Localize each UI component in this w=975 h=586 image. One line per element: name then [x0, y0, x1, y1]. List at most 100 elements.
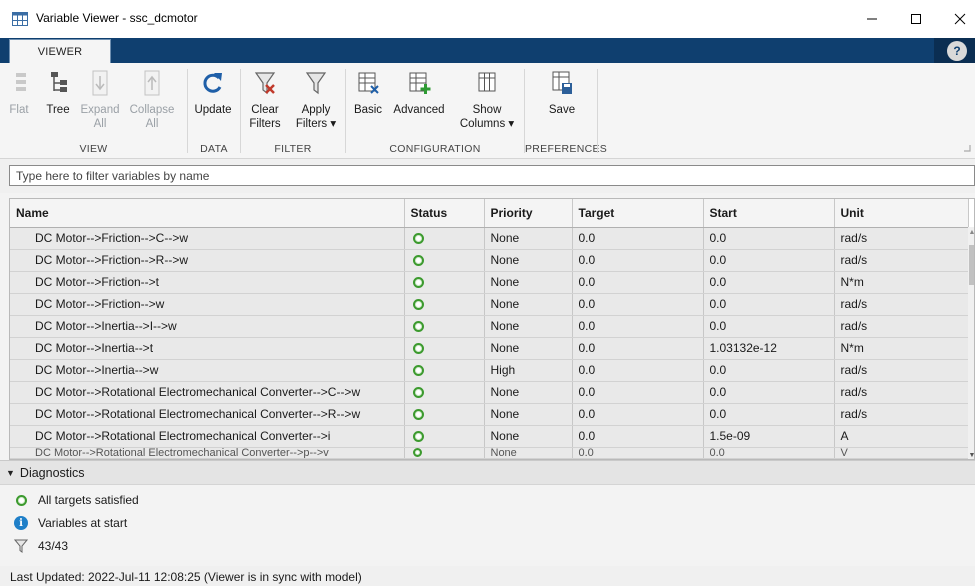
start-cell: 0.0	[703, 249, 835, 272]
diagnostic-item: i Variables at start	[14, 514, 127, 532]
status-ok-icon	[412, 255, 424, 267]
status-ok-icon	[412, 321, 424, 333]
target-cell[interactable]: 0.0	[572, 403, 704, 426]
start-cell: 0.0	[703, 271, 835, 294]
priority-cell[interactable]: None	[484, 249, 573, 272]
start-cell: 0.0	[703, 381, 835, 404]
priority-cell[interactable]: None	[484, 425, 573, 448]
target-cell[interactable]: 0.0	[572, 293, 704, 316]
scrollbar-thumb[interactable]	[969, 245, 974, 285]
priority-cell[interactable]: None	[484, 403, 573, 426]
priority-cell[interactable]: High	[484, 359, 573, 382]
target-cell[interactable]: 0.0	[572, 271, 704, 294]
target-cell[interactable]: 0.0	[572, 249, 704, 272]
priority-cell[interactable]: None	[484, 315, 573, 338]
target-cell[interactable]: 0.0	[572, 381, 704, 404]
tree-icon	[51, 72, 67, 92]
variable-name-cell: DC Motor-->Friction-->t	[10, 271, 405, 294]
clear-filters-button[interactable]: Clear Filters	[246, 69, 284, 131]
start-cell: 0.0	[703, 403, 835, 426]
start-cell: 0.0	[703, 227, 835, 250]
priority-cell[interactable]: None	[484, 447, 573, 459]
tab-strip: VIEWER ?	[0, 38, 975, 63]
column-header-target[interactable]: Target	[572, 199, 704, 228]
priority-cell[interactable]: None	[484, 381, 573, 404]
help-button[interactable]: ?	[947, 41, 967, 61]
variable-name-cell: DC Motor-->Rotational Electromechanical …	[10, 381, 405, 404]
table-row[interactable]: DC Motor-->Friction-->C-->w None 0.0 0.0…	[10, 227, 969, 250]
diagnostics-panel-header[interactable]: ▼ Diagnostics	[0, 460, 975, 485]
basic-button[interactable]: Basic	[352, 69, 384, 117]
column-header-status[interactable]: Status	[404, 199, 485, 228]
priority-cell[interactable]: None	[484, 271, 573, 294]
collapse-label-1: Collapse	[129, 104, 175, 116]
priority-cell[interactable]: None	[484, 337, 573, 360]
table-row[interactable]: DC Motor-->Rotational Electromechanical …	[10, 381, 969, 404]
priority-cell[interactable]: None	[484, 293, 573, 316]
advanced-button[interactable]: Advanced	[390, 69, 448, 117]
status-ok-icon	[412, 387, 424, 399]
column-header-name[interactable]: Name	[10, 199, 405, 228]
show-columns-label-2: Columns ▾	[459, 118, 515, 130]
diagnostic-item: All targets satisfied	[14, 491, 139, 509]
column-header-unit[interactable]: Unit	[834, 199, 969, 228]
table-row[interactable]: DC Motor-->Friction-->w None 0.0 0.0 rad…	[10, 293, 969, 316]
variables-table: Name Status Priority Target Start Unit D…	[9, 198, 975, 460]
section-preferences-label: PREFERENCES	[525, 143, 608, 155]
target-cell[interactable]: 0.0	[572, 315, 704, 338]
maximize-button[interactable]	[897, 0, 935, 38]
table-row[interactable]: DC Motor-->Rotational Electromechanical …	[10, 425, 969, 448]
scroll-down-icon[interactable]: ▼	[968, 452, 974, 459]
filter-input[interactable]	[9, 165, 975, 186]
target-cell[interactable]: 0.0	[572, 337, 704, 360]
scroll-up-icon[interactable]: ▲	[968, 229, 974, 236]
expand-all-button[interactable]: Expand All	[80, 69, 120, 131]
refresh-icon	[203, 73, 222, 93]
collapse-toolstrip-icon[interactable]	[962, 143, 972, 153]
save-button[interactable]: Save	[544, 69, 580, 117]
unit-cell: rad/s	[834, 315, 969, 338]
target-cell[interactable]: 0.0	[572, 447, 704, 459]
target-cell[interactable]: 0.0	[572, 227, 704, 250]
filter-icon	[305, 72, 327, 95]
start-cell: 0.0	[703, 359, 835, 382]
status-cell	[404, 293, 485, 316]
flat-list-icon	[16, 73, 26, 91]
flat-button[interactable]: Flat	[8, 69, 30, 117]
status-cell	[404, 447, 485, 459]
table-row[interactable]: DC Motor-->Inertia-->w High 0.0 0.0 rad/…	[10, 359, 969, 382]
basic-table-icon	[358, 72, 379, 94]
tree-button[interactable]: Tree	[44, 69, 72, 117]
table-row[interactable]: DC Motor-->Rotational Electromechanical …	[10, 403, 969, 426]
status-ok-icon	[412, 409, 424, 421]
show-columns-label-1: Show	[472, 104, 502, 116]
diagnostics-title: Diagnostics	[19, 465, 85, 480]
table-row[interactable]: DC Motor-->Inertia-->I-->w None 0.0 0.0 …	[10, 315, 969, 338]
start-cell: 0.0	[703, 293, 835, 316]
section-data-label: DATA	[200, 143, 228, 155]
apply-filters-label-1: Apply	[301, 104, 331, 116]
advanced-label: Advanced	[393, 104, 445, 116]
apply-filters-button[interactable]: Apply Filters ▾	[290, 69, 342, 131]
show-columns-button[interactable]: Show Columns ▾	[456, 69, 518, 131]
column-header-start[interactable]: Start	[703, 199, 835, 228]
target-cell[interactable]: 0.0	[572, 425, 704, 448]
target-cell[interactable]: 0.0	[572, 359, 704, 382]
table-row[interactable]: DC Motor-->Rotational Electromechanical …	[10, 447, 969, 459]
table-row[interactable]: DC Motor-->Friction-->t None 0.0 0.0 N*m	[10, 271, 969, 294]
table-scrollbar[interactable]: ▲ ▼	[968, 227, 974, 459]
unit-cell: N*m	[834, 271, 969, 294]
minimize-button[interactable]	[853, 0, 891, 38]
table-row[interactable]: DC Motor-->Inertia-->t None 0.0 1.03132e…	[10, 337, 969, 360]
close-button[interactable]	[941, 0, 975, 38]
tab-viewer[interactable]: VIEWER	[9, 39, 111, 63]
status-cell	[404, 315, 485, 338]
status-cell	[404, 337, 485, 360]
table-row[interactable]: DC Motor-->Friction-->R-->w None 0.0 0.0…	[10, 249, 969, 272]
column-header-priority[interactable]: Priority	[484, 199, 573, 228]
unit-cell: V	[834, 447, 969, 459]
collapse-all-button[interactable]: Collapse All	[128, 69, 176, 131]
priority-cell[interactable]: None	[484, 227, 573, 250]
update-button[interactable]: Update	[193, 69, 233, 117]
variable-name-cell: DC Motor-->Inertia-->t	[10, 337, 405, 360]
